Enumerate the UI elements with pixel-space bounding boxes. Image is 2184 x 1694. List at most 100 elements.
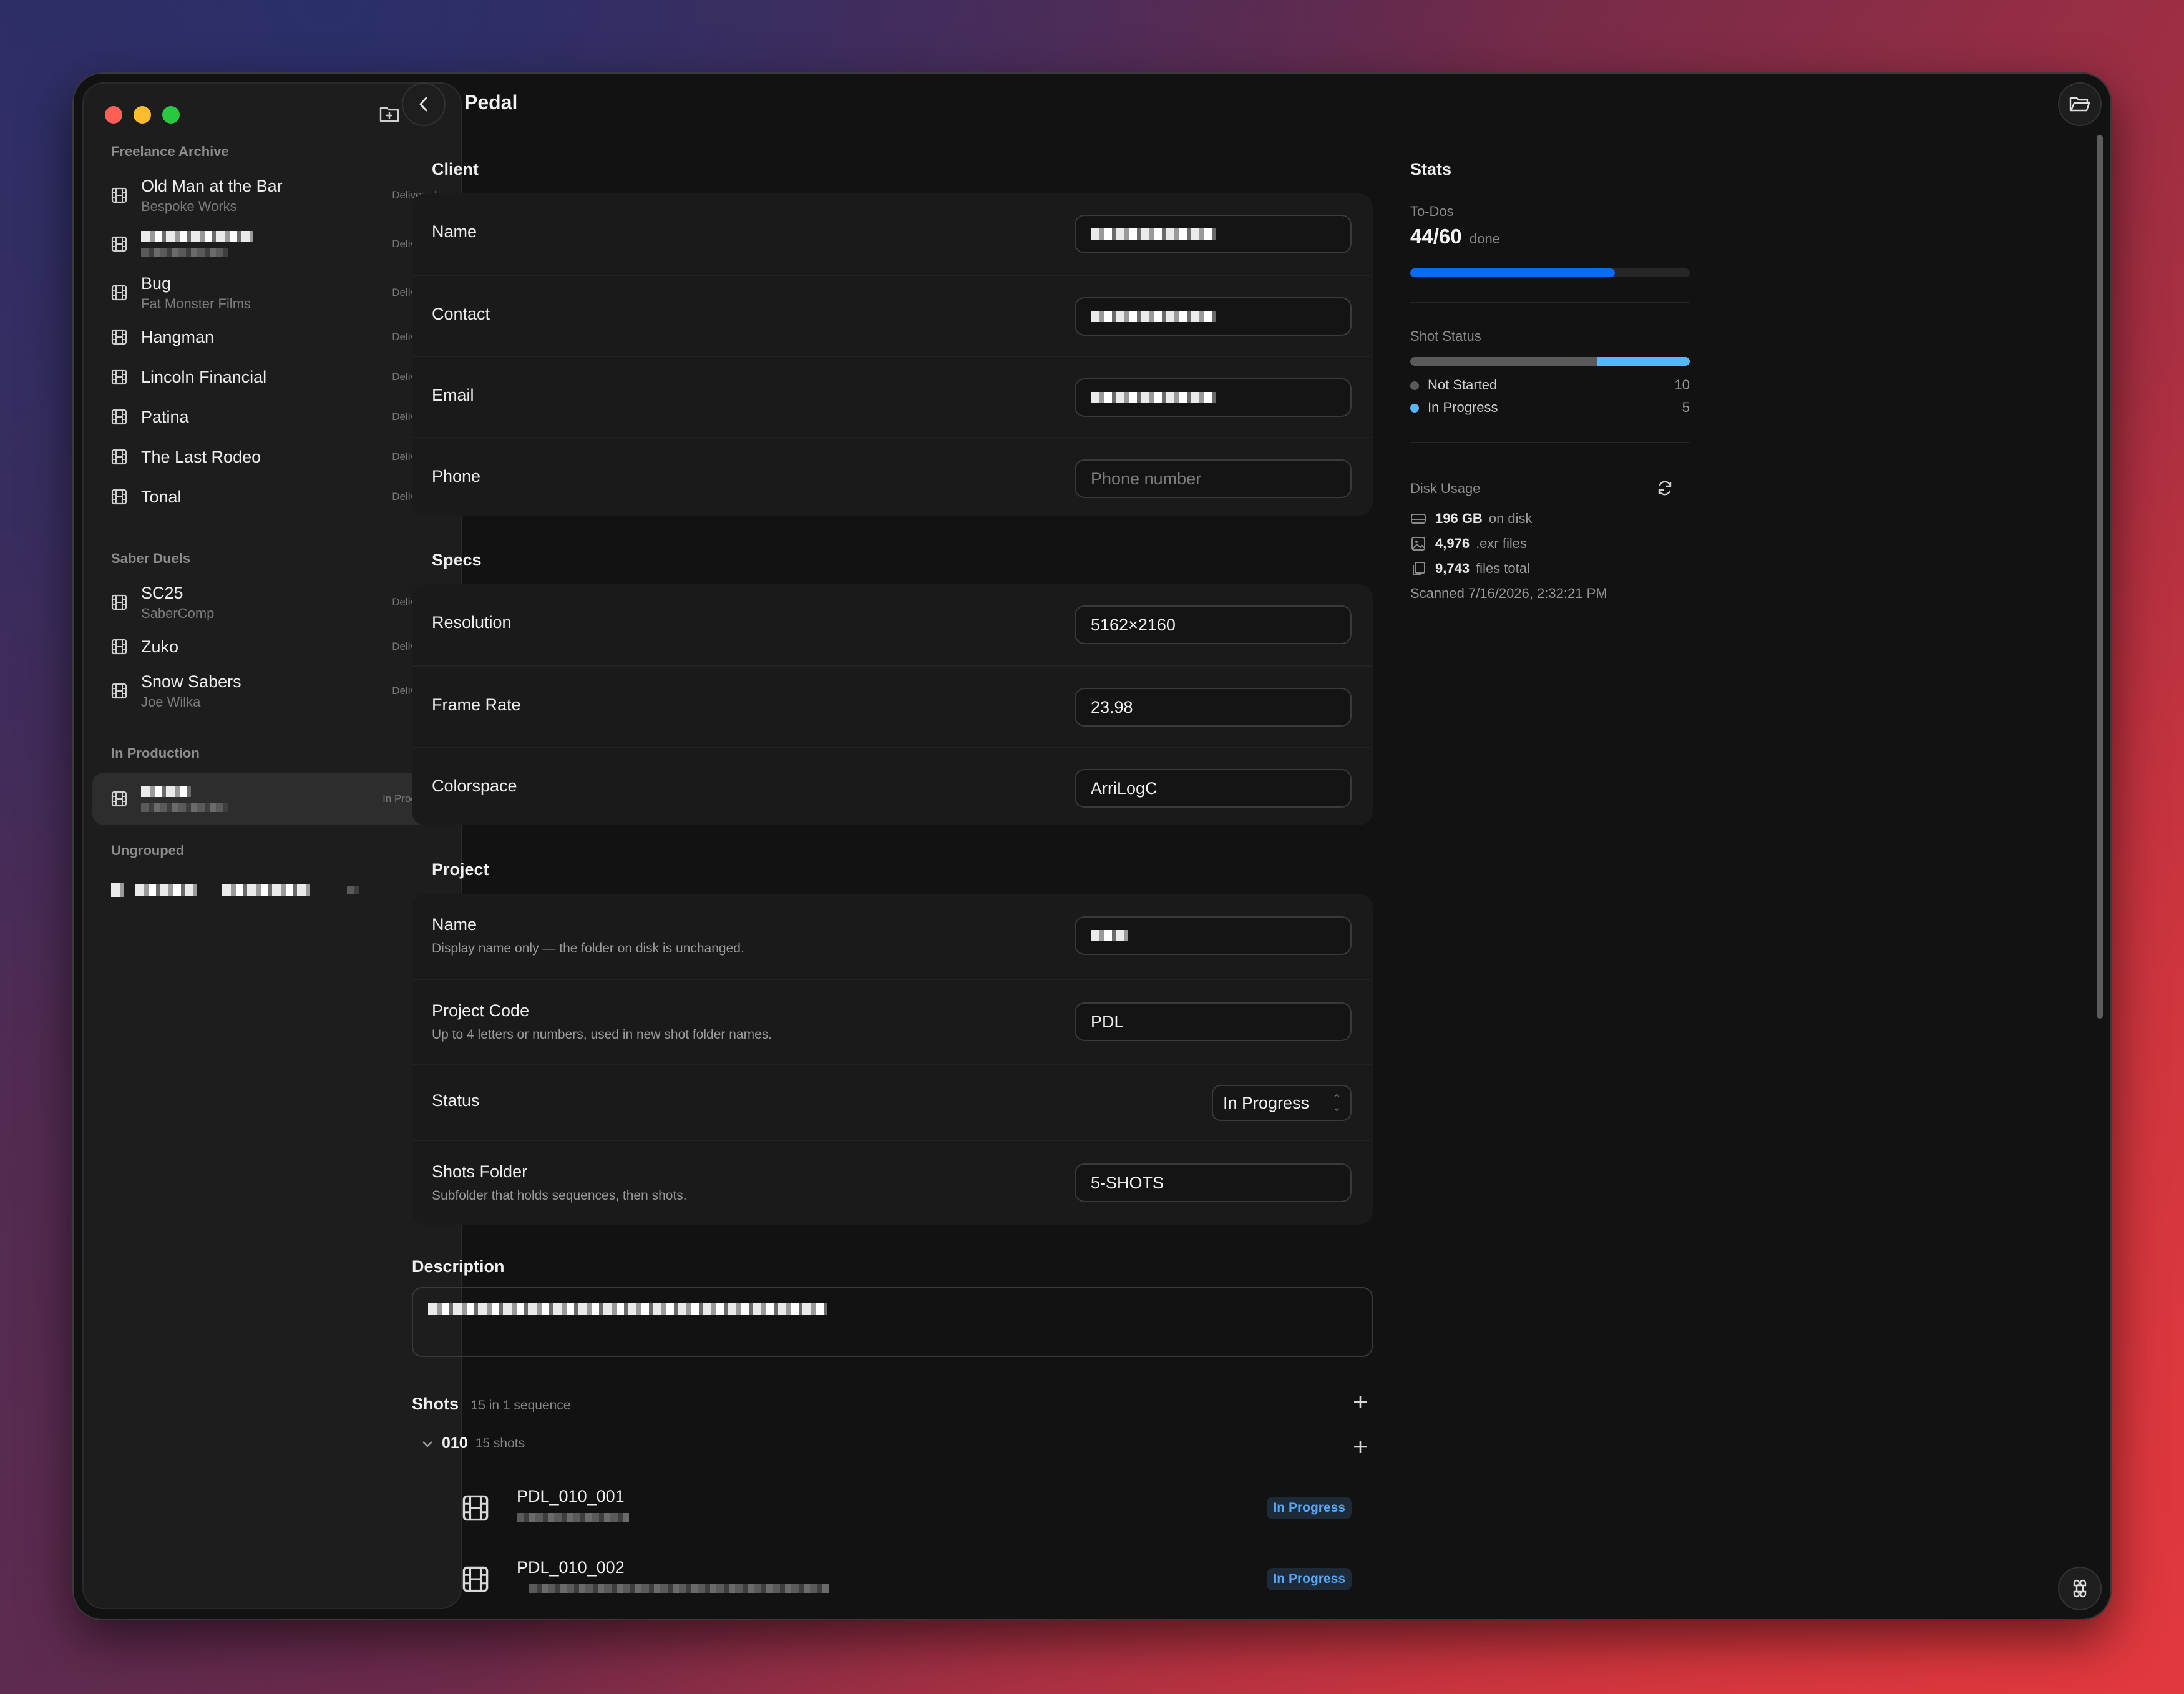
status-select[interactable]: In Progress ⌃ ⌄ (1212, 1085, 1352, 1121)
redacted-subtitle (222, 884, 310, 896)
client-phone-row: Phone Phone number (412, 437, 1373, 517)
add-shot-button[interactable] (1348, 1434, 1373, 1459)
specs-card: Resolution 5162×2160 Frame Rate 23.98 Co… (412, 584, 1373, 825)
project-title: Zuko (141, 637, 179, 656)
field-label: Project Code (432, 1001, 530, 1020)
field-label: Resolution (432, 613, 512, 632)
files-icon (1413, 562, 1425, 575)
sidebar-item-tonal[interactable]: Tonal Delivered (82, 477, 462, 517)
resolution-row: Resolution 5162×2160 (412, 584, 1373, 665)
client-name-input[interactable] (1075, 215, 1352, 253)
field-help: Subfolder that holds sequences, then sho… (432, 1188, 687, 1203)
refresh-button[interactable] (1652, 476, 1677, 501)
shot-row[interactable]: PDL_010_001 In Progress (412, 1477, 1373, 1539)
sidebar-item-old-man-at-the-bar[interactable]: Old Man at the Bar Bespoke Works Delivere… (82, 171, 462, 220)
film-icon (111, 285, 127, 301)
shots-title: Shots (412, 1394, 459, 1413)
group-label: Ungrouped (111, 843, 185, 858)
project-title: Hangman (141, 327, 215, 346)
scrollbar[interactable] (2097, 135, 2103, 1019)
zoom-window-button[interactable] (162, 106, 180, 124)
back-button[interactable] (402, 82, 446, 126)
field-label: Name (432, 222, 477, 241)
command-button[interactable] (2058, 1567, 2102, 1610)
colorspace-input[interactable]: ArriLogC (1075, 769, 1352, 808)
client-contact-row: Contact (412, 275, 1373, 357)
colorspace-row: Colorspace ArriLogC (412, 747, 1373, 826)
shot-row[interactable]: PDL_010_002 In Progress (412, 1548, 1373, 1610)
field-label: Phone (432, 467, 481, 486)
sequence-header[interactable]: 010 15 shots (421, 1434, 525, 1452)
redacted-title (141, 786, 191, 797)
sidebar-item-hangman[interactable]: Hangman Delivered (82, 317, 462, 357)
frame-rate-row: Frame Rate 23.98 (412, 665, 1373, 748)
todos-suffix: done (1470, 231, 1500, 247)
project-code-input[interactable]: PDL (1075, 1002, 1352, 1041)
project-client: Fat Monster Films (141, 295, 251, 311)
client-phone-input[interactable]: Phone number (1075, 459, 1352, 498)
film-icon (462, 1495, 489, 1521)
minimize-window-button[interactable] (134, 106, 151, 124)
sidebar-item-the-last-rodeo[interactable]: The Last Rodeo Delivered (82, 437, 462, 477)
film-icon (111, 369, 127, 385)
new-group-button[interactable] (377, 101, 402, 126)
todos-label: To-Dos (1410, 203, 1454, 219)
film-icon (111, 489, 127, 505)
shot-name: PDL_010_002 (517, 1558, 625, 1577)
chevron-down-icon (422, 1441, 432, 1447)
project-name-input[interactable] (1075, 916, 1352, 955)
sidebar-item-zuko[interactable]: Zuko Delivered (82, 627, 462, 667)
film-icon (111, 791, 127, 807)
exr-suffix: .exr files (1476, 536, 1527, 551)
shot-status-label: Shot Status (1410, 328, 1481, 344)
exr-count: 4,976 (1435, 536, 1470, 551)
sidebar-item-snow-sabers[interactable]: Snow SabersJoe Wilka Delivered (82, 667, 462, 715)
project-title: SC25 (141, 583, 183, 602)
section-title-description: Description (412, 1257, 505, 1276)
redacted-shot-note (529, 1584, 829, 1593)
legend-dot (1410, 404, 1419, 413)
sidebar-item-bug[interactable]: BugFat Monster Films Delivered (82, 268, 462, 317)
project-title: Patina (141, 407, 189, 426)
project-title: Tonal (141, 487, 182, 506)
disk-size: 196 GB (1435, 511, 1483, 526)
legend-in-progress: In Progress 5 (1410, 399, 1690, 416)
sidebar-item-redacted[interactable]: Delivered (82, 220, 462, 268)
sidebar-group-in-production: In Production In Progress (82, 745, 462, 825)
client-email-input[interactable] (1075, 378, 1352, 417)
close-window-button[interactable] (105, 106, 122, 124)
scanned-timestamp: Scanned 7/16/2026, 2:32:21 PM (1410, 585, 1607, 601)
film-icon (111, 683, 127, 699)
project-title: Bug (141, 273, 172, 293)
group-label: Freelance Archive (111, 144, 229, 159)
description-textarea[interactable] (412, 1287, 1373, 1357)
sequence-count: 15 shots (475, 1436, 525, 1451)
film-icon (111, 449, 127, 465)
image-icon (1411, 537, 1425, 551)
resolution-input[interactable]: 5162×2160 (1075, 605, 1352, 644)
shot-status-badge: In Progress (1267, 1497, 1352, 1519)
film-icon (111, 187, 127, 203)
section-title-client: Client (432, 160, 479, 179)
status-select-value: In Progress (1223, 1093, 1310, 1112)
divider (1410, 442, 1690, 443)
sidebar-item-sc25[interactable]: SC25SaberComp Delivered (82, 578, 462, 627)
client-contact-input[interactable] (1075, 297, 1352, 336)
project-name-row: Name Display name only — the folder on d… (412, 894, 1373, 979)
sidebar-item-patina[interactable]: Patina Delivered (82, 397, 462, 437)
open-folder-button[interactable] (2058, 82, 2102, 126)
sidebar-item-redacted-ungrouped[interactable] (82, 870, 462, 910)
sidebar-item-selected-project[interactable]: In Progress (92, 773, 452, 825)
add-sequence-button[interactable] (1348, 1389, 1373, 1414)
shots-folder-input[interactable]: 5-SHOTS (1075, 1163, 1352, 1202)
field-label: Contact (432, 305, 490, 323)
redacted-icon (111, 883, 124, 897)
sidebar-item-lincoln-financial[interactable]: Lincoln Financial Delivered (82, 357, 462, 397)
frame-rate-input[interactable]: 23.98 (1075, 688, 1352, 727)
redacted-client (141, 803, 228, 812)
todos-value: 44/60 (1410, 225, 1462, 248)
project-title: Snow Sabers (141, 672, 241, 691)
field-label: Shots Folder (432, 1162, 528, 1181)
status-segment-not-started (1410, 357, 1597, 366)
field-label: Name (432, 915, 477, 934)
